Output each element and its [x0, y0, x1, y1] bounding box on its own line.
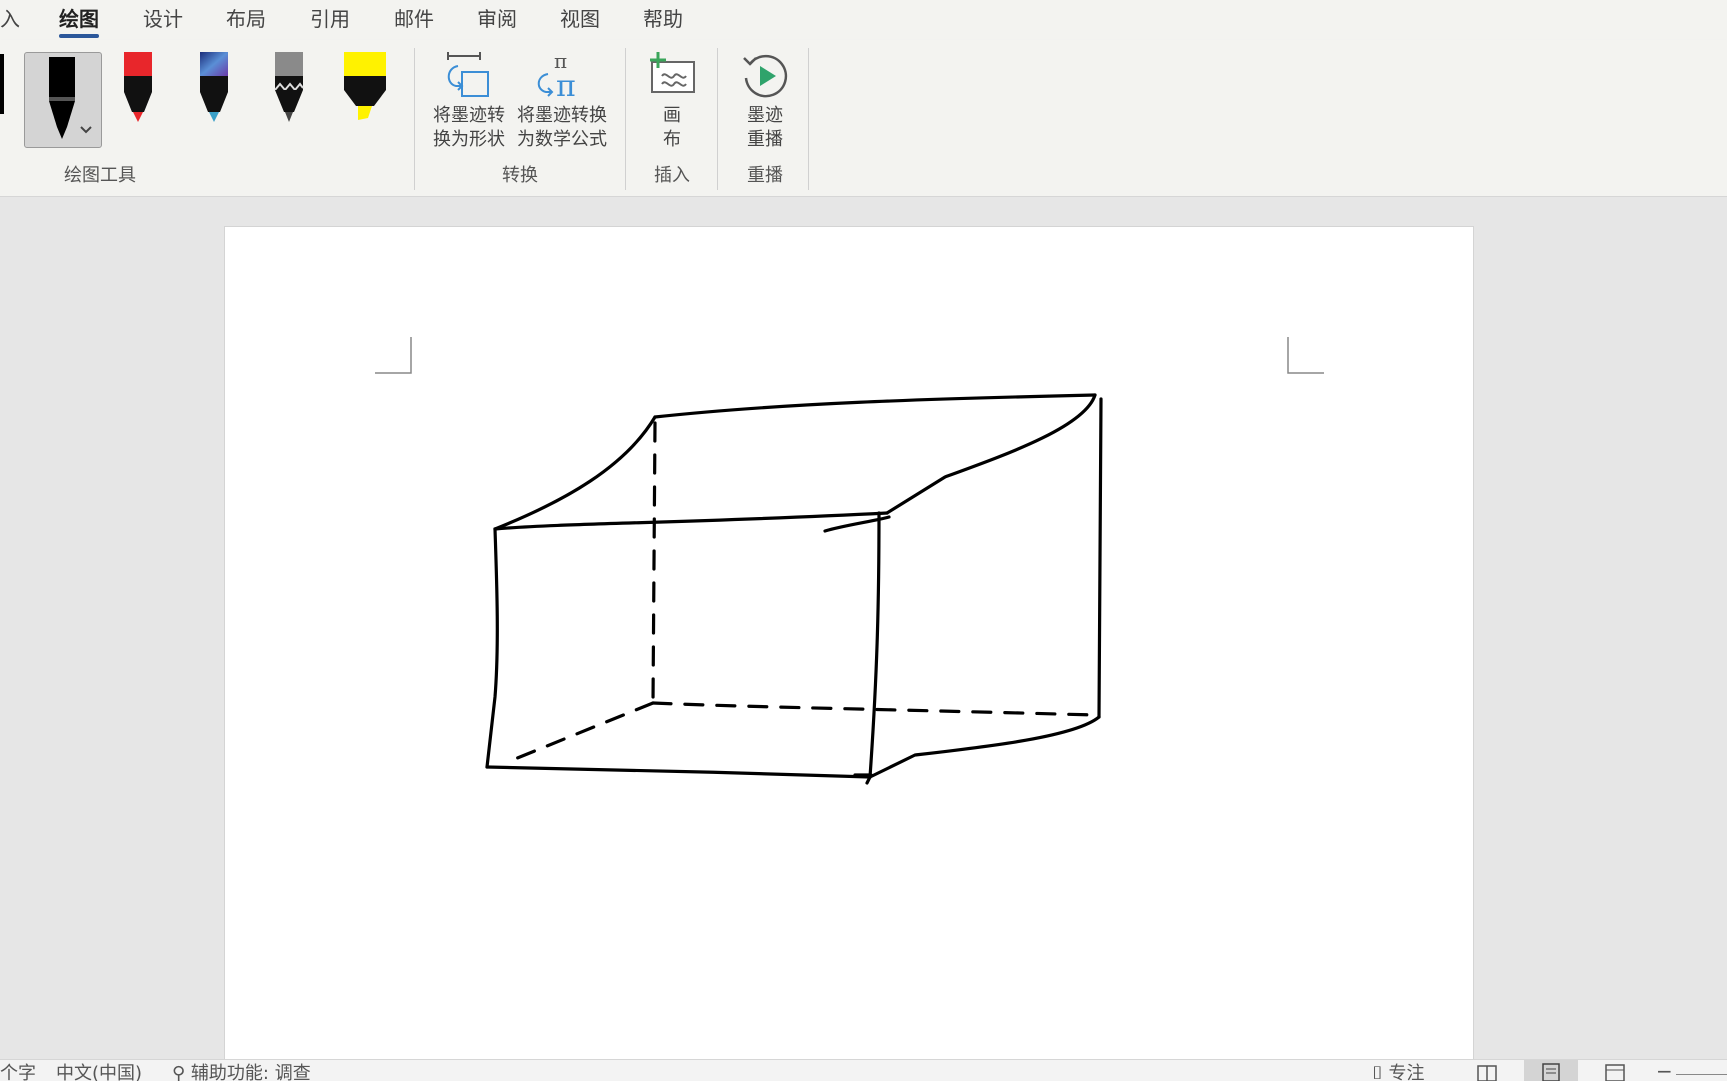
print-layout-icon: [1542, 1063, 1560, 1081]
group-separator: [625, 48, 626, 190]
tab-layout[interactable]: 布局: [226, 4, 266, 34]
ink-to-math-label: 将墨迹转换 为数学公式: [517, 105, 607, 150]
ink-stroke: [868, 715, 1101, 779]
ink-stroke: [485, 527, 499, 769]
ink-to-math-button[interactable]: π π: [532, 50, 588, 104]
ink-replay-button[interactable]: [738, 50, 792, 100]
language-indicator[interactable]: 中文(中国): [56, 1063, 142, 1081]
svg-text:π: π: [556, 69, 576, 104]
galaxy-pen-icon: [200, 52, 228, 122]
web-layout-icon: [1605, 1064, 1625, 1081]
ink-replay-label: 墨迹 重播: [747, 105, 783, 150]
insert-group-label: 插入: [654, 165, 690, 186]
galaxy-pen-button[interactable]: [198, 50, 230, 126]
tab-draw[interactable]: 绘图: [59, 4, 99, 38]
ink-stroke-dashed: [651, 421, 657, 705]
print-layout-button[interactable]: [1524, 1060, 1578, 1081]
group-separator: [414, 48, 415, 190]
drawing-tools-group-label: 绘图工具: [64, 165, 136, 186]
ink-to-shape-button[interactable]: [440, 50, 496, 104]
status-bar: 个字 中文(中国) ⚲ 辅助功能: 调查 ⌷ 专注 −: [0, 1059, 1727, 1081]
tab-help[interactable]: 帮助: [643, 4, 683, 34]
tab-insert[interactable]: 入: [0, 4, 20, 34]
focus-button[interactable]: ⌷ 专注: [1372, 1063, 1425, 1081]
ink-to-math-icon: π π: [537, 50, 576, 104]
web-layout-button[interactable]: [1588, 1060, 1642, 1081]
ink-stroke: [853, 773, 873, 785]
replay-group-label: 重播: [747, 165, 783, 186]
tab-references[interactable]: 引用: [310, 4, 350, 34]
black-pen-icon: [49, 57, 92, 139]
zoom-slider[interactable]: [1676, 1074, 1727, 1075]
ink-drawing-cube[interactable]: [225, 227, 1473, 1067]
ink-to-shape-icon: [447, 52, 489, 97]
accessibility-status[interactable]: ⚲ 辅助功能: 调查: [172, 1063, 311, 1081]
focus-icon: ⌷: [1372, 1063, 1383, 1081]
tab-mailings[interactable]: 邮件: [394, 4, 434, 34]
canvas-icon: [650, 52, 695, 93]
replay-icon: [743, 54, 788, 98]
tab-design[interactable]: 设计: [143, 4, 183, 34]
document-page[interactable]: [224, 226, 1474, 1068]
black-pen-button[interactable]: [24, 52, 102, 148]
ink-stroke: [653, 393, 1097, 419]
clipped-tool-edge: [0, 54, 4, 114]
ink-stroke: [868, 511, 881, 779]
word-count[interactable]: 个字: [0, 1063, 36, 1081]
pencil-button[interactable]: [273, 50, 305, 126]
tab-review[interactable]: 审阅: [477, 4, 517, 34]
group-separator: [717, 48, 718, 190]
ink-stroke-dashed: [503, 701, 655, 765]
highlighter-button[interactable]: [342, 50, 388, 126]
ink-stroke: [485, 765, 872, 779]
read-mode-icon: [1477, 1065, 1497, 1081]
zoom-out-button[interactable]: −: [1656, 1060, 1673, 1081]
tab-view[interactable]: 视图: [560, 4, 600, 34]
highlighter-icon: [344, 52, 386, 120]
group-separator: [808, 48, 809, 190]
accessibility-icon: ⚲: [172, 1063, 186, 1081]
canvas-button[interactable]: [646, 50, 700, 100]
ink-stroke: [493, 511, 889, 531]
ribbon-tab-bar: 入 绘图 设计 布局 引用 邮件 审阅 视图 帮助: [0, 0, 1727, 40]
ink-stroke: [1097, 397, 1103, 719]
ink-stroke: [885, 393, 1097, 515]
convert-group-label: 转换: [502, 165, 538, 186]
pencil-icon: [274, 52, 304, 122]
document-canvas-area[interactable]: [0, 197, 1727, 1068]
red-pen-button[interactable]: [122, 50, 154, 126]
ribbon: 绘图工具 将墨迹转 换为形状 π π 将墨迹转换 为数学公式 转换 画 布 插入…: [0, 40, 1727, 197]
canvas-label: 画 布: [663, 105, 681, 150]
ink-stroke: [493, 415, 657, 531]
red-pen-icon: [124, 52, 152, 122]
ink-to-shape-label: 将墨迹转 换为形状: [433, 105, 505, 150]
read-mode-button[interactable]: [1460, 1060, 1514, 1081]
